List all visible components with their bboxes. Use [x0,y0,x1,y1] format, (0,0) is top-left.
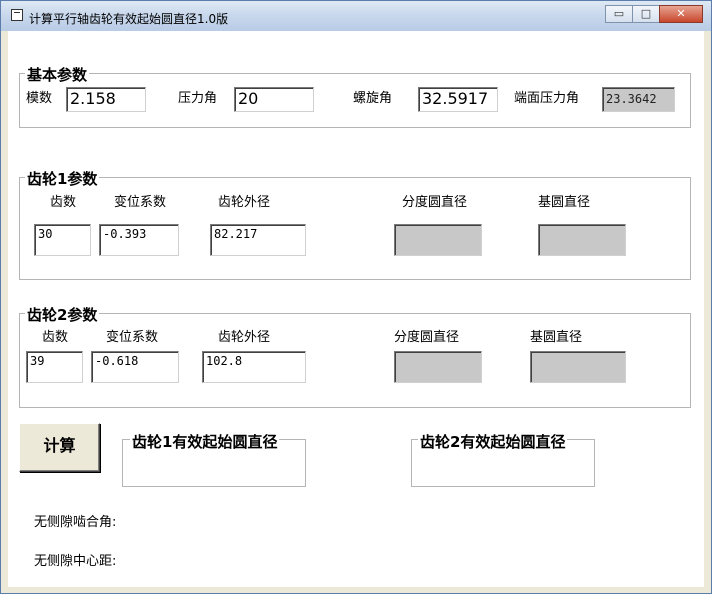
gear2-teeth-input[interactable]: 39 [26,351,83,383]
window-title: 计算平行轴齿轮有效起始圆直径1.0版 [29,12,229,26]
gear2-outer-dia-input[interactable]: 102.8 [202,351,306,383]
gear2-shift-label: 变位系数 [106,330,159,345]
gear2-params-legend: 齿轮2参数 [25,304,100,325]
app-icon[interactable] [11,9,23,21]
calculate-button[interactable]: 计算 [19,423,100,472]
gear2-pitch-dia-output [394,351,482,383]
backlash-free-angle-label: 无侧隙啮合角: [34,515,117,530]
module-label: 模数 [26,91,53,106]
minimize-button[interactable]: ▭ [605,5,633,23]
gear1-base-dia-output [538,224,626,256]
pressure-angle-label: 压力角 [178,91,218,106]
gear1-outer-dia-input[interactable]: 82.217 [210,224,306,256]
gear1-shift-label: 变位系数 [114,195,167,210]
backlash-free-center-distance-label: 无侧隙中心距: [34,554,117,569]
gear2-shift-input[interactable]: -0.618 [91,351,179,383]
gear1-teeth-label: 齿数 [50,195,77,210]
app-window: 计算平行轴齿轮有效起始圆直径1.0版 ▭ □ ✕ 基本参数 模数 2.158 压… [0,0,712,594]
pressure-angle-input[interactable]: 20 [234,87,314,112]
gear1-shift-input[interactable]: -0.393 [99,224,179,256]
transverse-pressure-angle-label: 端面压力角 [514,91,580,106]
form-client-area: 基本参数 模数 2.158 压力角 20 螺旋角 32.5917 端面压力角 2… [8,31,704,587]
gear2-outer-dia-label: 齿轮外径 [218,330,271,345]
helix-angle-label: 螺旋角 [353,91,393,106]
gear1-outer-dia-label: 齿轮外径 [218,195,271,210]
helix-angle-input[interactable]: 32.5917 [418,87,498,112]
gear2-effective-start-dia-title: 齿轮2有效起始圆直径 [418,431,568,452]
gear1-base-dia-label: 基圆直径 [538,195,591,210]
maximize-button[interactable]: □ [632,5,660,23]
basic-params-legend: 基本参数 [25,64,90,85]
module-input[interactable]: 2.158 [66,87,146,112]
gear1-pitch-dia-label: 分度圆直径 [402,195,468,210]
title-bar[interactable]: 计算平行轴齿轮有效起始圆直径1.0版 ▭ □ ✕ [1,1,711,31]
window-controls: ▭ □ ✕ [605,5,703,23]
gear1-teeth-input[interactable]: 30 [34,224,91,256]
gear2-base-dia-output [530,351,626,383]
gear1-effective-start-dia-title: 齿轮1有效起始圆直径 [130,431,280,452]
gear2-base-dia-label: 基圆直径 [530,330,583,345]
gear1-pitch-dia-output [394,224,482,256]
gear2-teeth-label: 齿数 [42,330,69,345]
gear2-pitch-dia-label: 分度圆直径 [394,330,460,345]
transverse-pressure-angle-output: 23.3642 [602,87,675,112]
close-button[interactable]: ✕ [659,5,703,23]
gear1-params-legend: 齿轮1参数 [25,168,100,189]
